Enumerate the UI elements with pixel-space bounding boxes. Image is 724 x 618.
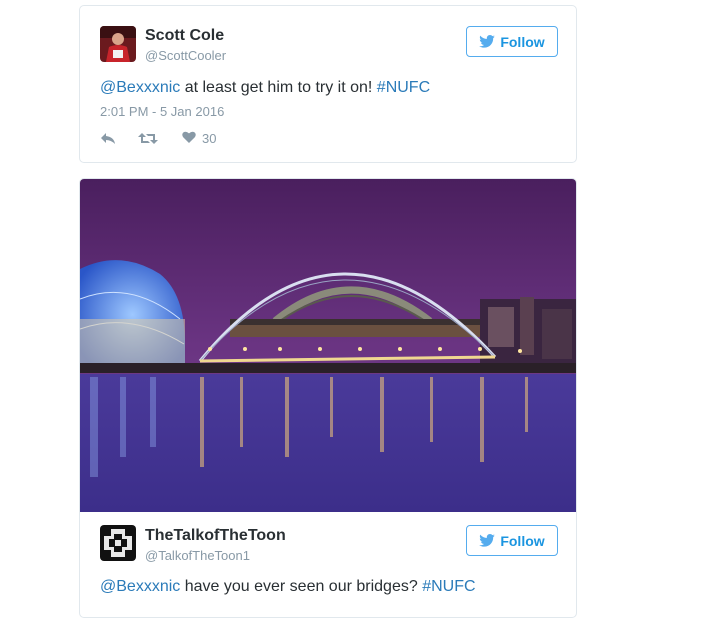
mention-link[interactable]: @Bexxxnic: [100, 578, 180, 595]
hashtag-link[interactable]: #NUFC: [377, 79, 430, 96]
avatar[interactable]: [100, 525, 136, 561]
avatar[interactable]: [100, 26, 136, 62]
reply-icon[interactable]: [100, 132, 116, 145]
tweet-photo[interactable]: [80, 179, 577, 512]
tweet-text: @Bexxxnic at least get him to try it on!…: [100, 79, 430, 97]
follow-button[interactable]: Follow: [466, 525, 558, 556]
tweet-body: have you ever seen our bridges?: [180, 578, 423, 595]
user-name[interactable]: TheTalkofTheToon: [145, 527, 286, 545]
retweet-icon[interactable]: [138, 132, 158, 145]
tweet-actions: 30: [100, 131, 216, 146]
twitter-bird-icon: [479, 35, 496, 48]
follow-label: Follow: [500, 532, 545, 549]
like-count: 30: [202, 131, 217, 146]
tweet-timestamp[interactable]: 2:01 PM - 5 Jan 2016: [100, 104, 224, 119]
user-handle[interactable]: @TalkofTheToon1: [145, 548, 250, 563]
tweet-body: at least get him to try it on!: [180, 79, 377, 96]
tweet-card: TheTalkofTheToon @TalkofTheToon1 Follow …: [79, 178, 577, 618]
user-name[interactable]: Scott Cole: [145, 27, 224, 45]
follow-button[interactable]: Follow: [466, 26, 558, 57]
user-handle[interactable]: @ScottCooler: [145, 48, 226, 63]
hashtag-link[interactable]: #NUFC: [422, 578, 475, 595]
follow-label: Follow: [500, 33, 545, 50]
like-button[interactable]: 30: [182, 131, 216, 146]
heart-icon: [182, 131, 196, 146]
tweet-card: Scott Cole @ScottCooler Follow @Bexxxnic…: [79, 5, 577, 163]
twitter-bird-icon: [479, 534, 496, 547]
tweet-text: @Bexxxnic have you ever seen our bridges…: [100, 578, 476, 596]
mention-link[interactable]: @Bexxxnic: [100, 79, 180, 96]
